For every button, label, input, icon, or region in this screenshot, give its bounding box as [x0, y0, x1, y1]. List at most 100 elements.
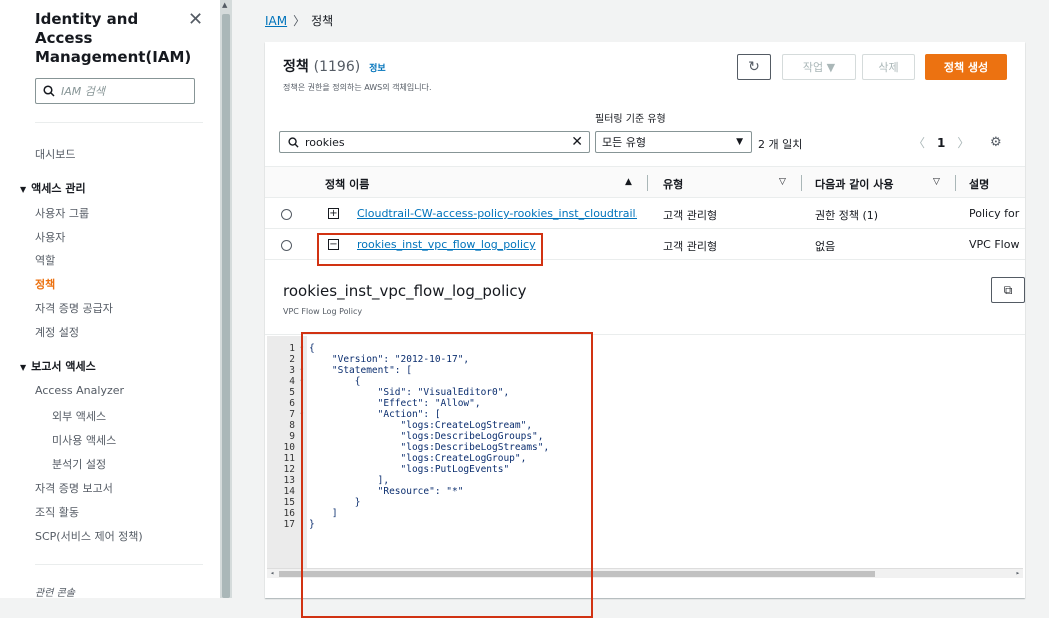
line-number: 14 [267, 486, 305, 497]
line-number: 15 [267, 497, 305, 508]
sidebar-item-roles[interactable]: 역할 [35, 252, 55, 268]
line-number-text: 3 [289, 365, 295, 376]
col-description[interactable]: 설명 [969, 176, 989, 192]
line-number-text: 17 [283, 519, 295, 530]
divider [35, 564, 203, 565]
row-radio[interactable] [281, 209, 292, 220]
line-number-text: 8 [289, 420, 295, 431]
policy-used-as: 없음 [815, 240, 836, 253]
refresh-icon: ↻ [748, 59, 760, 75]
sidebar-search-input[interactable]: IAM 검색 [35, 78, 195, 104]
policy-name-link[interactable]: Cloudtrail-CW-access-policy-rookies_inst… [357, 207, 637, 220]
line-number-text: 4 [289, 376, 295, 387]
table-row[interactable]: + Cloudtrail-CW-access-policy-rookies_in… [265, 199, 1025, 229]
expand-icon[interactable]: + [328, 208, 339, 219]
scroll-right-icon[interactable]: ▸ [1016, 569, 1020, 577]
sidebar-item-analyzer-settings[interactable]: 분석기 설정 [52, 456, 106, 472]
line-number: 4 ▾ [267, 376, 305, 387]
sidebar-item-access-analyzer[interactable]: Access Analyzer [35, 384, 124, 397]
sort-asc-icon[interactable]: ▲ [625, 177, 632, 187]
sidebar-item-identity-providers[interactable]: 자격 증명 공급자 [35, 300, 113, 316]
sidebar-scrollbar[interactable]: ▲ [220, 0, 232, 598]
current-page[interactable]: 1 [937, 136, 945, 150]
sidebar-item-credential-report[interactable]: 자격 증명 보고서 [35, 480, 113, 496]
next-page-icon[interactable]: 〉 [957, 134, 969, 151]
copy-icon: ⧉ [1003, 282, 1013, 297]
line-number: 8 [267, 420, 305, 431]
sidebar-item-org-activity[interactable]: 조직 활동 [35, 504, 79, 520]
col-used-as[interactable]: 다음과 같이 사용 [815, 176, 894, 192]
info-link[interactable]: 정보 [369, 64, 386, 74]
copy-button[interactable]: ⧉ [991, 277, 1025, 303]
caret-down-icon: ▼ [20, 185, 27, 194]
table-header: 정책 이름 ▲ 유형 ▽ 다음과 같이 사용 ▽ 설명 [265, 166, 1025, 198]
line-number-text: 16 [283, 508, 295, 519]
policy-detail-subtitle: VPC Flow Log Policy [283, 307, 363, 316]
sidebar-section-reports[interactable]: ▼ 보고서 액세스 [20, 358, 96, 374]
line-number-text: 10 [283, 442, 295, 453]
match-count: 2 개 일치 [758, 138, 803, 151]
create-policy-button[interactable]: 정책 생성 [925, 54, 1007, 80]
line-number-text: 1 [289, 343, 295, 354]
scroll-up-icon[interactable]: ▲ [222, 1, 227, 9]
line-number: 12 [267, 464, 305, 475]
policy-count: (1196) [313, 59, 361, 75]
line-number: 1 ▾ [267, 343, 305, 354]
line-number-text: 7 [289, 409, 295, 420]
line-number-text: 5 [289, 387, 295, 398]
sidebar-item-dashboard[interactable]: 대시보드 [35, 146, 75, 162]
sort-desc-icon[interactable]: ▽ [779, 177, 786, 187]
pagination: 〈 1 〉 [913, 134, 969, 151]
scrollbar-thumb[interactable] [222, 14, 230, 598]
column-divider [647, 175, 648, 191]
line-number: 13 [267, 475, 305, 486]
gear-icon[interactable]: ⚙ [990, 135, 1002, 150]
sidebar-item-user-groups[interactable]: 사용자 그룹 [35, 205, 89, 221]
search-icon [288, 136, 299, 148]
prev-page-icon[interactable]: 〈 [913, 134, 925, 151]
highlight-box [301, 332, 593, 618]
page-title-text: 정책 [283, 59, 309, 75]
type-filter-value: 모든 유형 [602, 136, 646, 149]
sidebar-title: Identity and Access Management(IAM) [35, 10, 192, 66]
filter-type-label: 필터링 기준 유형 [595, 114, 666, 125]
row-radio[interactable] [281, 240, 292, 251]
sidebar-section-access[interactable]: ▼ 액세스 관리 [20, 180, 86, 196]
line-number: 17 [267, 519, 305, 530]
sidebar-item-external-access[interactable]: 외부 액세스 [52, 408, 106, 424]
sidebar-item-account-settings[interactable]: 계정 설정 [35, 324, 79, 340]
sidebar: Identity and Access Management(IAM) ✕ IA… [0, 0, 220, 599]
close-icon[interactable]: ✕ [188, 9, 203, 30]
sidebar-item-users[interactable]: 사용자 [35, 229, 65, 245]
policy-description: VPC Flow [969, 238, 1020, 251]
col-type[interactable]: 유형 [663, 176, 683, 192]
highlight-box [317, 233, 543, 266]
sidebar-section-label: 보고서 액세스 [31, 360, 96, 373]
policy-type: 고객 관리형 [663, 240, 718, 253]
sidebar-item-unused-access[interactable]: 미사용 액세스 [52, 432, 116, 448]
line-number: 5 [267, 387, 305, 398]
sidebar-item-policies[interactable]: 정책 [35, 276, 55, 292]
column-divider [801, 175, 802, 191]
sidebar-item-scp[interactable]: SCP(서비스 제어 정책) [35, 528, 143, 544]
line-number: 7 ▾ [267, 409, 305, 420]
line-number: 9 [267, 431, 305, 442]
search-icon [43, 85, 55, 97]
sort-desc-icon[interactable]: ▽ [933, 177, 940, 187]
policies-panel: 정책 (1196) 정보 정책은 권한을 정의하는 AWS의 객체입니다. ↻ … [265, 42, 1025, 618]
actions-button[interactable]: 작업 ▼ [782, 54, 856, 80]
line-number: 10 [267, 442, 305, 453]
breadcrumb-iam-link[interactable]: IAM [265, 14, 287, 28]
delete-button[interactable]: 삭제 [862, 54, 915, 80]
scroll-left-icon[interactable]: ◂ [270, 569, 274, 577]
type-filter-select[interactable]: 모든 유형 ▼ [595, 131, 752, 153]
refresh-button[interactable]: ↻ [737, 54, 771, 80]
sidebar-section-label: 액세스 관리 [31, 182, 86, 195]
col-policy-name[interactable]: 정책 이름 [325, 176, 369, 192]
policy-description: Policy for [969, 207, 1020, 220]
chevron-right-icon: 〉 [293, 14, 306, 28]
policy-search-input[interactable]: rookies ✕ [279, 131, 590, 153]
line-number: 6 [267, 398, 305, 409]
line-number: 11 [267, 453, 305, 464]
clear-icon[interactable]: ✕ [571, 134, 583, 150]
